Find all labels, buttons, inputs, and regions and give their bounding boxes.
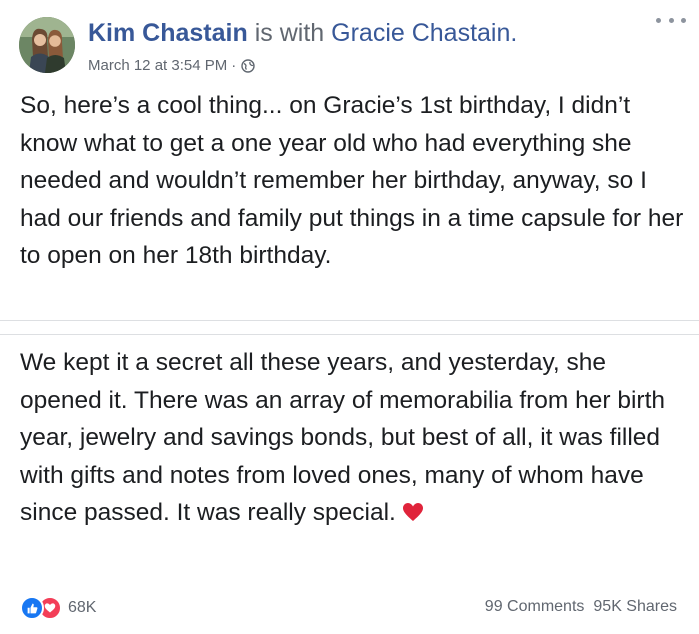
like-icon: [20, 596, 44, 620]
post-paragraph-2-text: We kept it a secret all these years, and…: [20, 349, 666, 527]
more-dot: [668, 17, 674, 23]
post-timestamp[interactable]: March 12 at 3:54 PM: [88, 57, 227, 75]
facebook-post: Kim Chastain is with Gracie Chastain. Ma…: [0, 0, 699, 634]
avatar-photo: [19, 17, 75, 73]
tagged-person-link[interactable]: Gracie Chastain.: [331, 19, 517, 47]
post-paragraph-1: So, here’s a cool thing... on Gracie’s 1…: [20, 92, 684, 270]
post-paragraph-2: We kept it a secret all these years, and…: [20, 344, 690, 532]
red-heart-icon: [402, 496, 424, 522]
engagement-counts: 99 Comments 95K Shares: [485, 598, 677, 616]
more-dot: [681, 17, 686, 23]
meta-separator: ·: [231, 57, 237, 74]
shares-count-link[interactable]: 95K Shares: [593, 598, 677, 616]
globe-icon[interactable]: [241, 59, 255, 73]
with-text: is with: [254, 19, 325, 47]
post-header: Kim Chastain is with Gracie Chastain. Ma…: [0, 0, 699, 80]
post-footer: 68K 99 Comments 95K Shares: [0, 590, 699, 626]
reaction-count: 68K: [68, 599, 97, 616]
post-title: Kim Chastain is with Gracie Chastain.: [88, 18, 517, 48]
avatar[interactable]: [19, 17, 75, 73]
more-options-icon[interactable]: [656, 10, 686, 30]
section-divider: [0, 320, 699, 321]
section-divider: [0, 334, 699, 335]
author-name-link[interactable]: Kim Chastain: [88, 19, 248, 47]
comments-count-link[interactable]: 99 Comments: [485, 598, 585, 616]
post-meta: March 12 at 3:54 PM ·: [88, 57, 255, 75]
reactions-summary[interactable]: 68K: [20, 596, 96, 620]
more-dot: [656, 17, 661, 23]
